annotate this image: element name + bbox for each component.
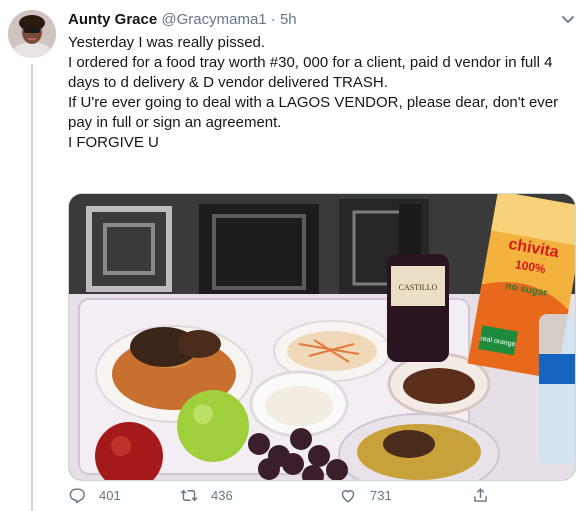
wine-label: CASTILLO xyxy=(399,283,438,292)
like-icon xyxy=(341,490,355,503)
share-button[interactable] xyxy=(471,486,490,505)
retweet-count: 436 xyxy=(211,488,233,503)
tweet-actions: 401 436 731 xyxy=(68,486,508,510)
like-button[interactable]: 731 xyxy=(338,486,392,505)
separator: · xyxy=(270,11,276,28)
avatar[interactable] xyxy=(8,10,56,58)
tweet-line: If U're ever going to deal with a LAGOS … xyxy=(68,94,563,131)
tweet-line: I FORGIVE U xyxy=(68,134,159,151)
retweet-button[interactable]: 436 xyxy=(179,486,233,505)
tweet-header: Aunty Grace @Gracymama1 · 5h xyxy=(68,11,297,29)
thread-line xyxy=(31,64,33,511)
tweet-text: Yesterday I was really pissed. I ordered… xyxy=(68,33,578,153)
chevron-down-icon[interactable] xyxy=(557,12,579,28)
reply-icon xyxy=(69,488,85,504)
timestamp[interactable]: 5h xyxy=(280,11,297,28)
tweet-line: I ordered for a food tray worth #30, 000… xyxy=(68,54,557,91)
author-name[interactable]: Aunty Grace xyxy=(68,11,157,28)
share-icon xyxy=(474,488,487,502)
like-count: 731 xyxy=(370,488,392,503)
tweet-line: Yesterday I was really pissed. xyxy=(68,34,266,51)
tweet-photo[interactable]: CASTILLO chivita 100% no sugar real oran… xyxy=(68,193,576,481)
author-handle[interactable]: @Gracymama1 xyxy=(161,11,266,28)
reply-button[interactable]: 401 xyxy=(68,486,121,505)
reply-count: 401 xyxy=(99,488,121,503)
retweet-icon xyxy=(180,489,198,502)
